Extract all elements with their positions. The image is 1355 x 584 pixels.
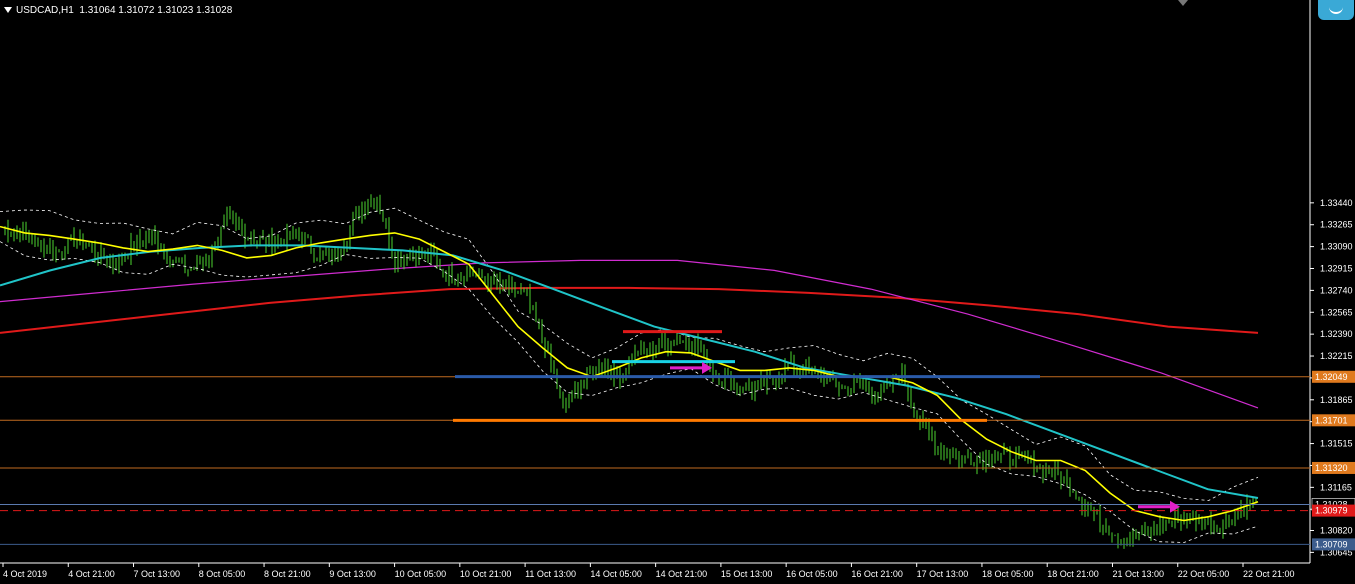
y-tick-label: 1.32390 [1320,329,1353,339]
x-tick-label: 10 Oct 05:00 [395,569,447,579]
y-tick-label: 1.33090 [1320,242,1353,252]
x-tick-label: 16 Oct 21:00 [851,569,903,579]
x-tick-label: 18 Oct 21:00 [1047,569,1099,579]
price-badge-label: 1.31701 [1315,415,1348,425]
y-tick-label: 1.32740 [1320,285,1353,295]
price-badge-label: 1.30709 [1315,539,1348,549]
x-tick-label: 8 Oct 05:00 [199,569,246,579]
x-tick-label: 7 Oct 13:00 [134,569,181,579]
x-tick-label: 21 Oct 13:00 [1112,569,1164,579]
y-tick-label: 1.30820 [1320,525,1353,535]
y-tick-label: 1.31165 [1320,482,1352,492]
y-tick-label: 1.32915 [1320,263,1353,273]
ema-long-line [0,286,1259,334]
x-tick-label: 14 Oct 21:00 [656,569,708,579]
y-tick-label: 1.32565 [1320,307,1353,317]
lower-band-line [0,241,1259,543]
x-tick-label: 8 Oct 21:00 [264,569,311,579]
x-tick-label: 17 Oct 13:00 [917,569,969,579]
upper-band-line [0,207,1259,501]
price-chart[interactable]: 1.33440 1.33265 1.33090 1.32915 1.32740 1.325… [0,0,1355,584]
x-tick-label: 14 Oct 05:00 [590,569,642,579]
y-tick-label: 1.31515 [1320,439,1353,449]
x-tick-label: 11 Oct 13:00 [525,569,576,579]
x-tick-label: 16 Oct 05:00 [786,569,838,579]
price-badge-label: 1.32049 [1315,372,1348,382]
x-tick-label: 4 Oct 21:00 [68,569,115,579]
y-tick-label: 1.32215 [1320,351,1353,361]
price-badge-label: 1.31320 [1315,463,1348,473]
y-tick-label: 1.31865 [1320,395,1353,405]
x-tick-label: 22 Oct 21:00 [1243,569,1295,579]
x-tick-label: 10 Oct 21:00 [460,569,512,579]
x-tick-label: 9 Oct 13:00 [329,569,376,579]
x-tick-label: 22 Oct 05:00 [1178,569,1230,579]
x-tick-label: 15 Oct 13:00 [721,569,773,579]
ema-slow-line [0,259,1259,409]
x-tick-label: 4 Oct 2019 [3,569,47,579]
x-tick-label: 18 Oct 05:00 [982,569,1034,579]
y-tick-label: 1.33265 [1320,220,1353,230]
price-badge-label: 1.30979 [1315,506,1348,516]
y-tick-label: 1.33440 [1320,198,1353,208]
